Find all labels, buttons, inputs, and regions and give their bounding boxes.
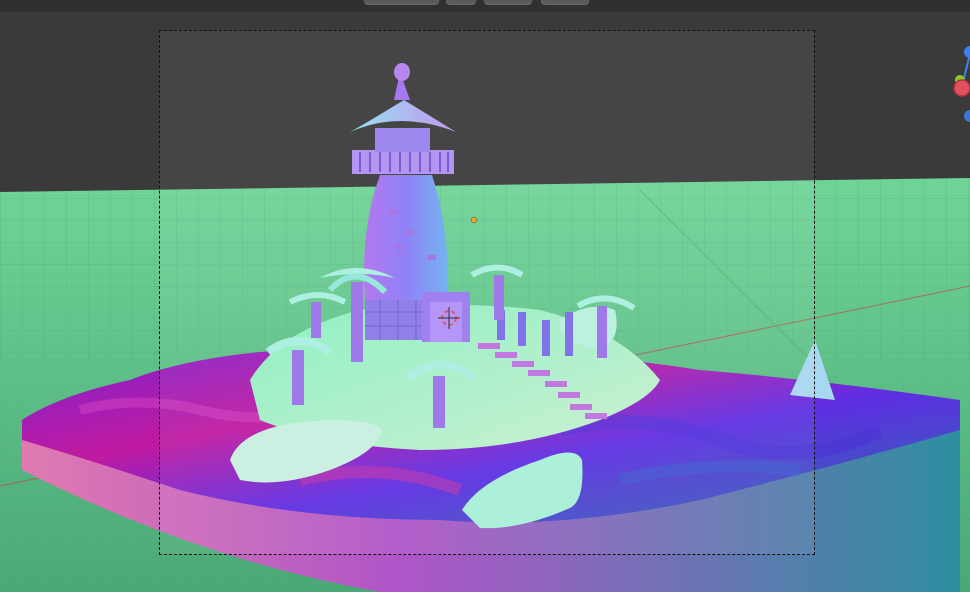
shading-button[interactable] [446, 0, 476, 5]
3d-viewport[interactable] [0, 0, 970, 592]
z-axis-icon [964, 46, 970, 58]
navigation-gizmo[interactable] [940, 40, 970, 130]
gizmo-toggle-button[interactable] [541, 0, 589, 5]
viewport-header [0, 0, 970, 12]
view-mode-button[interactable] [364, 0, 439, 5]
overlay-button[interactable] [484, 0, 532, 5]
negative-z-axis-icon [964, 110, 970, 122]
camera-frame [159, 30, 815, 555]
x-axis-icon [953, 79, 970, 97]
